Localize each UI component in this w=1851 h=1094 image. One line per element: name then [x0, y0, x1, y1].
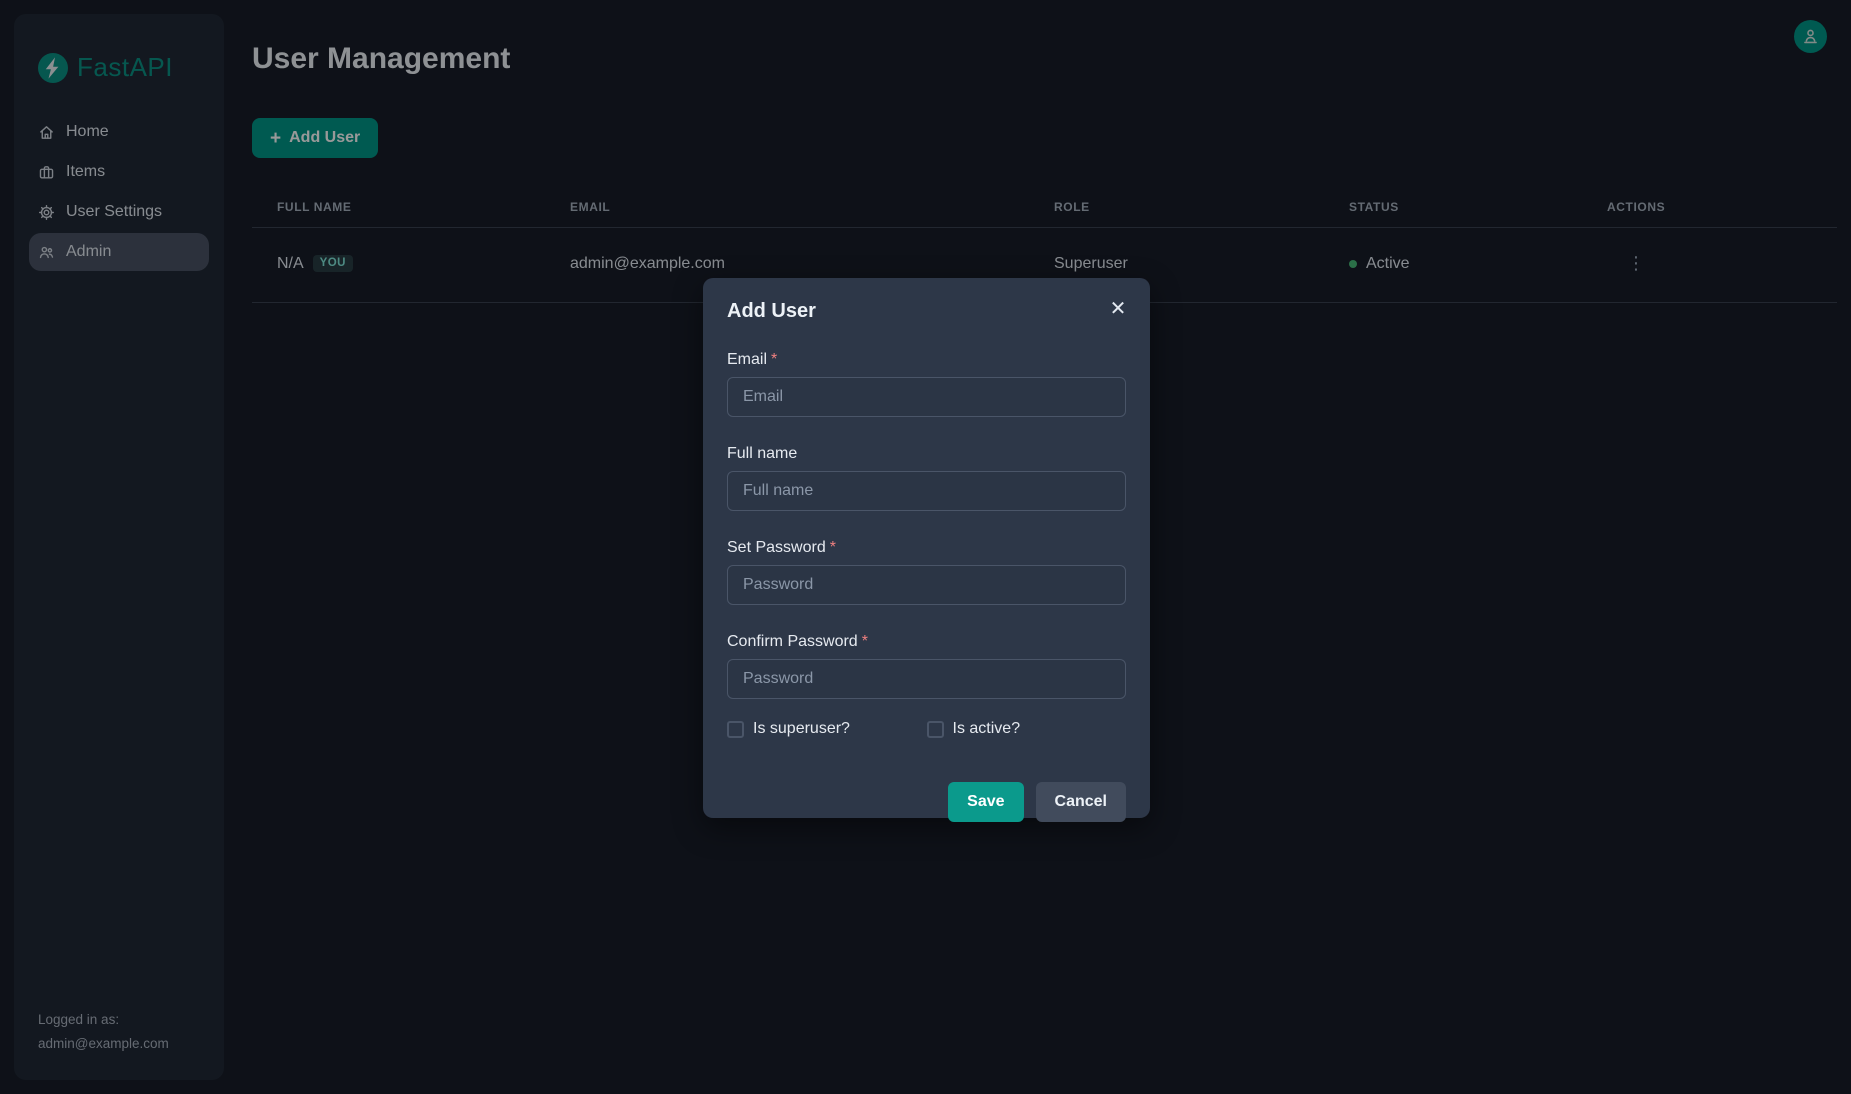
is-superuser-checkbox[interactable]: Is superuser?	[727, 720, 927, 738]
is-active-checkbox[interactable]: Is active?	[927, 720, 1127, 738]
is-active-label: Is active?	[953, 720, 1021, 738]
required-asterisk: *	[830, 539, 836, 556]
set-password-label: Set Password*	[727, 539, 1126, 557]
modal-title: Add User	[727, 300, 1126, 323]
confirm-password-field-group: Confirm Password*	[727, 633, 1126, 699]
checkbox-icon	[727, 721, 744, 738]
email-field-group: Email*	[727, 351, 1126, 417]
cancel-button[interactable]: Cancel	[1036, 782, 1126, 822]
checkbox-icon	[927, 721, 944, 738]
full-name-label: Full name	[727, 445, 1126, 463]
confirm-password-label: Confirm Password*	[727, 633, 1126, 651]
set-password-field-group: Set Password*	[727, 539, 1126, 605]
is-superuser-label: Is superuser?	[753, 720, 850, 738]
email-field[interactable]	[727, 377, 1126, 417]
save-button[interactable]: Save	[948, 782, 1023, 822]
full-name-field[interactable]	[727, 471, 1126, 511]
close-icon[interactable]: ✕	[1104, 294, 1132, 322]
confirm-password-field[interactable]	[727, 659, 1126, 699]
required-asterisk: *	[862, 633, 868, 650]
checkbox-row: Is superuser? Is active?	[727, 720, 1126, 738]
email-label: Email*	[727, 351, 1126, 369]
modal-actions: Save Cancel	[727, 782, 1126, 822]
set-password-field[interactable]	[727, 565, 1126, 605]
full-name-field-group: Full name	[727, 445, 1126, 511]
required-asterisk: *	[771, 351, 777, 368]
add-user-modal: Add User ✕ Email* Full name Set Password…	[703, 278, 1150, 818]
